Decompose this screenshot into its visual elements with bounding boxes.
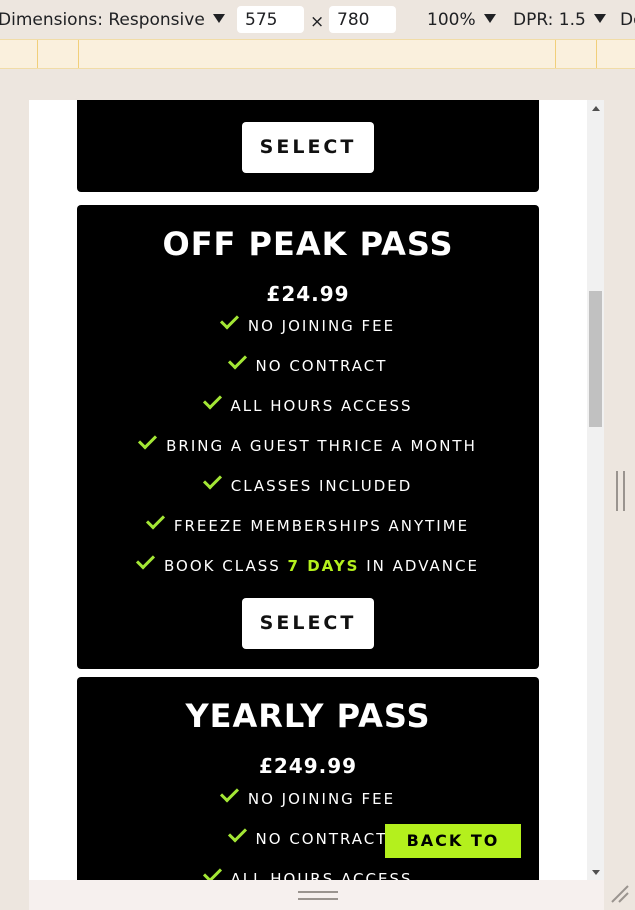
- device-type-dropdown[interactable]: De: [620, 10, 635, 30]
- caret-down-icon: [212, 13, 225, 23]
- check-icon: [219, 310, 239, 330]
- height-input[interactable]: [329, 6, 396, 33]
- check-icon: [145, 510, 165, 530]
- back-to-top-button[interactable]: BACK TO TOP: [385, 824, 521, 880]
- check-icon: [138, 430, 158, 450]
- width-input[interactable]: [237, 6, 304, 33]
- check-icon: [202, 863, 222, 880]
- media-query-segment[interactable]: [597, 40, 635, 68]
- previous-pass-card: SELECT: [77, 100, 539, 192]
- media-query-segment[interactable]: [79, 40, 556, 68]
- caret-down-icon: [593, 13, 606, 23]
- check-icon: [202, 470, 222, 490]
- check-icon: [202, 390, 222, 410]
- resize-grip-icon[interactable]: [610, 884, 630, 904]
- media-query-segment[interactable]: [556, 40, 597, 68]
- feature-item: NO JOINING FEE: [77, 783, 539, 808]
- zoom-label: 100%: [427, 10, 476, 30]
- select-button[interactable]: SELECT: [242, 598, 374, 649]
- times-symbol: ×: [310, 12, 325, 32]
- page-scrollbar[interactable]: [587, 100, 604, 880]
- card-price: £249.99: [258, 754, 358, 778]
- select-button[interactable]: SELECT: [242, 122, 374, 173]
- card-title: YEARLY PASS: [185, 697, 431, 735]
- scroll-up-arrow-icon[interactable]: [592, 106, 600, 111]
- caret-down-icon: [483, 13, 496, 23]
- check-icon: [135, 550, 156, 570]
- device-type-label: De: [620, 10, 635, 30]
- feature-item: BRING A GUEST THRICE A MONTH: [77, 430, 539, 455]
- scroll-down-arrow-icon[interactable]: [592, 870, 600, 875]
- feature-item: FREEZE MEMBERSHIPS ANYTIME: [77, 510, 539, 535]
- off-peak-pass-card: OFF PEAK PASS £24.99 NO JOINING FEE NO C…: [77, 205, 539, 669]
- check-icon: [219, 783, 239, 803]
- feature-item: NO CONTRACT: [77, 350, 539, 375]
- check-icon: [227, 823, 247, 843]
- dimensions-dropdown[interactable]: Dimensions: Responsive: [0, 10, 225, 30]
- dimensions-label: Dimensions: Responsive: [0, 10, 205, 30]
- devtools-toolbar: Dimensions: Responsive × 100% DPR: 1.5 D…: [0, 0, 635, 40]
- card-price: £24.99: [266, 282, 350, 306]
- dpr-label: DPR: 1.5: [513, 10, 586, 30]
- highlight-text: 7 DAYS: [287, 557, 360, 575]
- resize-handle-right[interactable]: [616, 471, 625, 511]
- page-viewport: SELECT OFF PEAK PASS £24.99 NO JOINING F…: [29, 100, 587, 880]
- media-query-bar: [0, 39, 635, 69]
- dpr-dropdown[interactable]: DPR: 1.5: [513, 10, 606, 30]
- check-icon: [227, 350, 247, 370]
- media-query-segment[interactable]: [38, 40, 79, 68]
- feature-item: NO JOINING FEE: [77, 310, 539, 335]
- scrollbar-thumb[interactable]: [589, 291, 602, 427]
- feature-item: BOOK CLASS 7 DAYS IN ADVANCE: [77, 550, 539, 575]
- resize-handle-bottom[interactable]: [298, 891, 338, 900]
- feature-item: ALL HOURS ACCESS: [77, 390, 539, 415]
- card-title: OFF PEAK PASS: [162, 225, 454, 263]
- media-query-segment[interactable]: [0, 40, 38, 68]
- zoom-dropdown[interactable]: 100%: [427, 10, 496, 30]
- feature-item: CLASSES INCLUDED: [77, 470, 539, 495]
